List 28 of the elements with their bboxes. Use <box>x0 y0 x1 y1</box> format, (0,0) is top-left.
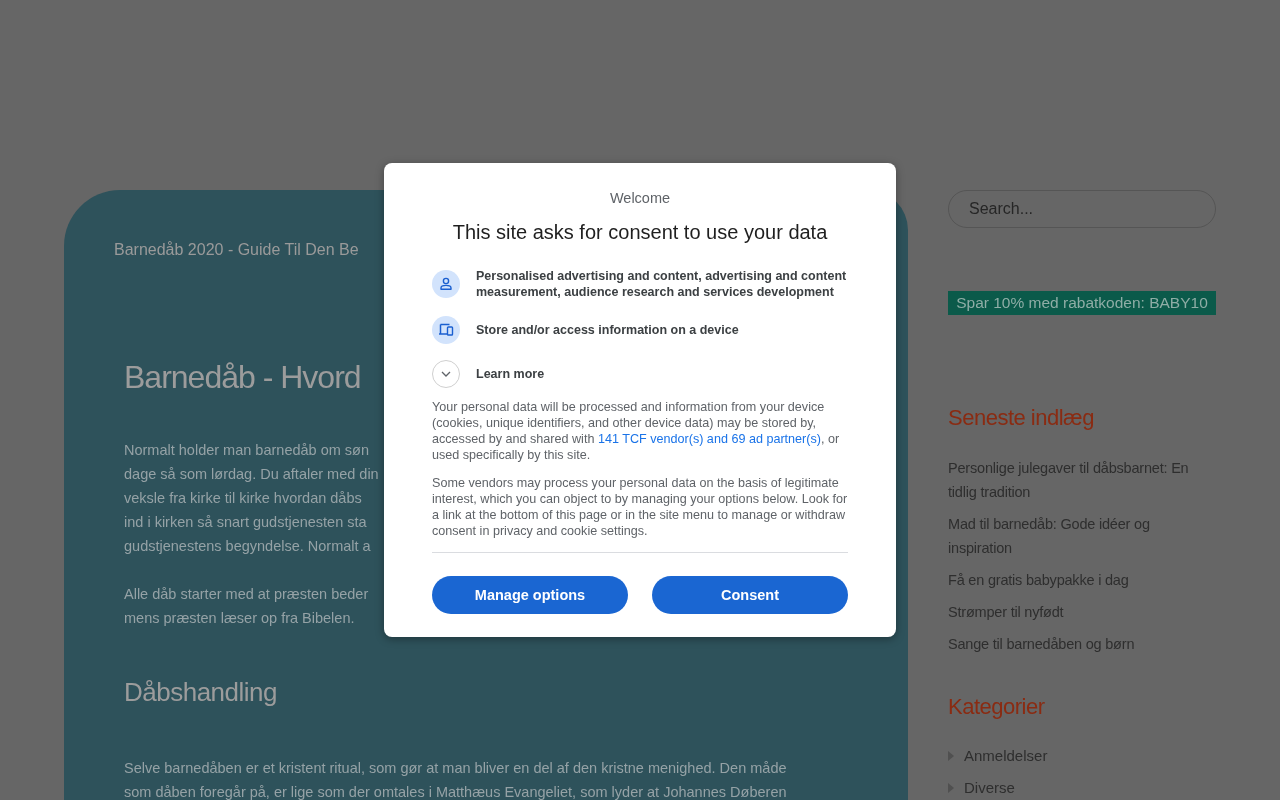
body-paragraph: Normalt holder man barnedåb om søn dage så som lørdag. Du aftaler med din veksle fra kirke til kirke hvordan dåbs ind i kirken så snart gudstjenesten sta gudstjenestens begyndelse. Normalt a <box>124 441 379 556</box>
data-notice: Your personal data will be processed and information from your device (cookies, unique identifiers, and other device data) may be stored by, accessed by and shared with 141 TCF vendor(s) and 69 ad partner(s), or used specifically by this site. <box>432 399 841 463</box>
post-title: Barnedåb 2020 - Guide Til Den Be <box>114 240 359 260</box>
post-link[interactable]: Mad til barnedåb: Gode idéer og inspiration <box>948 512 1216 560</box>
consent-button[interactable]: Consent <box>652 576 848 614</box>
purpose-text: Personalised advertising and content, advertising and content measurement, audience research and services development <box>476 268 848 300</box>
article-heading: Barnedåb - Hvord <box>124 358 361 397</box>
post-link[interactable]: Sange til barnedåben og børn <box>948 632 1135 656</box>
post-link[interactable]: Strømper til nyfødt <box>948 600 1064 624</box>
widget-heading: Kategorier <box>948 693 1045 721</box>
category-link[interactable]: Diverse <box>964 776 1015 800</box>
purpose-text: Store and/or access information on a device <box>476 322 739 338</box>
person-icon <box>432 270 460 298</box>
learn-more-button[interactable]: Learn more <box>432 360 545 388</box>
dialog-title: This site asks for consent to use your data <box>452 220 828 244</box>
promo-banner: Spar 10% med rabatkoden: BABY10 <box>948 291 1216 315</box>
body-paragraph: Alle dåb starter med at præsten beder mens præsten læser op fra Bibelen. <box>124 585 369 628</box>
vendors-link[interactable]: 141 TCF vendor(s) and 69 ad partner(s) <box>597 432 821 446</box>
post-link[interactable]: Personlige julegaver til dåbsbarnet: En tidlig tradition <box>948 456 1216 504</box>
devices-icon <box>432 316 460 344</box>
legitimate-interest-notice: Some vendors may process your personal data on the basis of legitimate interest, which you can object to by managing your options below. Look for a link at the bottom of this page or in the site menu to manage or withdraw consent in privacy and cookie settings. <box>432 475 848 539</box>
widget-heading: Seneste indlæg <box>948 404 1094 432</box>
dialog-welcome: Welcome <box>609 189 671 208</box>
body-paragraph: Selve barnedåben er et kristent ritual, som gør at man bliver en del af den kristne menighed. Den måde som dåben foregår på, er lige som der omtales i Matthæus Evangeliet, som lyder at Johannes Døberen <box>124 759 787 800</box>
search-field[interactable]: Search... <box>948 190 1216 228</box>
manage-options-button[interactable]: Manage options <box>432 576 628 614</box>
category-link[interactable]: Anmeldelser <box>964 744 1048 768</box>
section-heading: Dåbshandling <box>124 676 277 709</box>
